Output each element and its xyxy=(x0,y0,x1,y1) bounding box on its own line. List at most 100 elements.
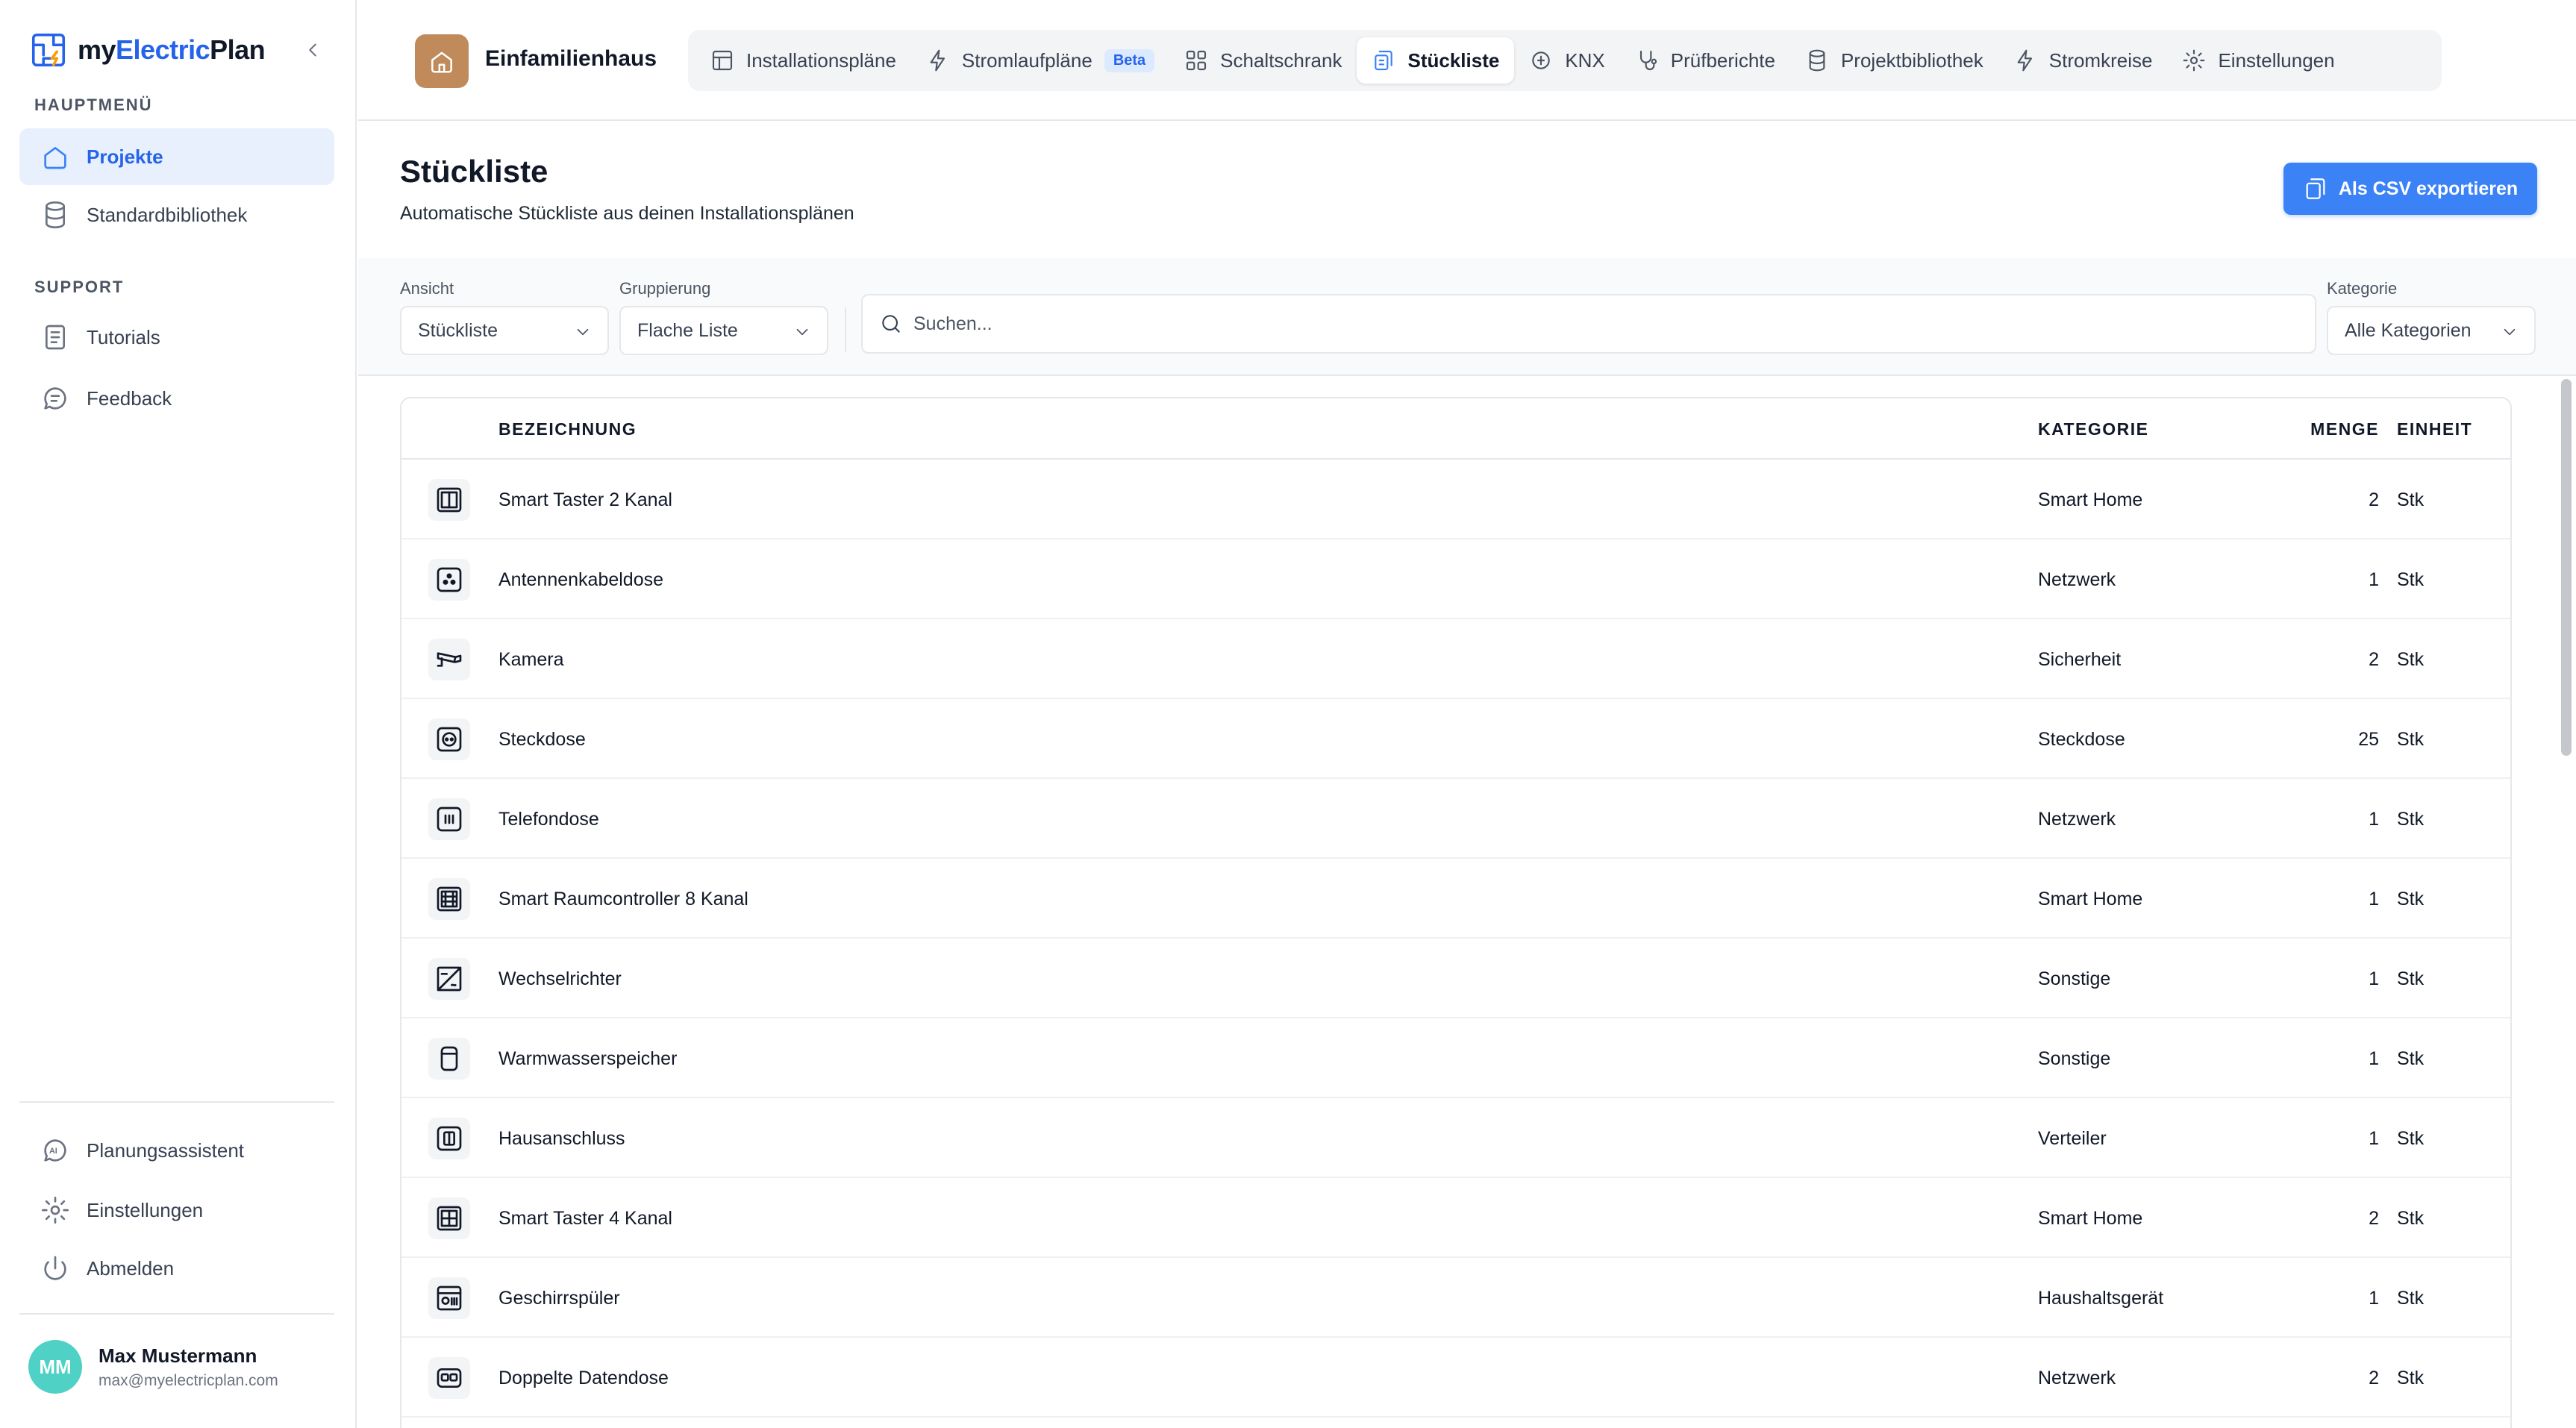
chevron-down-icon xyxy=(573,322,593,342)
item-quantity: 1 xyxy=(2369,569,2379,590)
item-quantity: 2 xyxy=(2369,1368,2379,1388)
category-select[interactable]: Alle Kategorien xyxy=(2327,306,2536,355)
item-name: Wechselrichter xyxy=(498,968,622,989)
ai-icon: AI xyxy=(40,1136,70,1165)
sidebar-item-projects[interactable]: Projekte xyxy=(19,128,334,185)
table-row[interactable]: Warmwasserspeicher Sonstige 1 Stk xyxy=(401,1018,2510,1098)
item-category: Sicherheit xyxy=(2038,649,2122,670)
sidebar-item-tutorials[interactable]: Tutorials xyxy=(19,309,334,366)
export-csv-button[interactable]: Als CSV exportieren xyxy=(2283,163,2537,215)
sidebar-item-settings[interactable]: Einstellungen xyxy=(19,1182,334,1238)
table-row[interactable]: Smart Taster 4 Kanal Smart Home 2 Stk xyxy=(401,1178,2510,1258)
item-unit: Stk xyxy=(2397,1128,2425,1149)
smart-button-4-icon xyxy=(428,1197,470,1239)
export-icon xyxy=(2303,176,2328,201)
item-unit: Stk xyxy=(2397,729,2425,750)
list-icon xyxy=(1372,48,1395,72)
support-heading: SUPPORT xyxy=(34,278,125,296)
sidebar-item-feedback[interactable]: Feedback xyxy=(19,370,334,427)
item-category: Steckdose xyxy=(2038,729,2125,750)
table-row[interactable]: Geschirrspüler Haushaltsgerät 1 Stk xyxy=(401,1258,2510,1338)
table-row[interactable]: Steckdose Steckdose 25 Stk xyxy=(401,699,2510,779)
item-category: Netzwerk xyxy=(2038,809,2116,830)
tab-label: Stückliste xyxy=(1407,48,1500,72)
sidebar-item-logout[interactable]: Abmelden xyxy=(19,1240,334,1297)
user-profile[interactable]: MM Max Mustermann max@myelectricplan.com xyxy=(28,1340,278,1394)
smart-button-2-icon xyxy=(428,479,470,521)
beta-badge: Beta xyxy=(1104,48,1155,72)
tab-label: Schaltschrank xyxy=(1220,48,1342,72)
search-box[interactable] xyxy=(861,294,2316,354)
sidebar-item-standard-library[interactable]: Standardbibliothek xyxy=(19,187,334,243)
tab-circuits[interactable]: Stromkreise xyxy=(1998,37,2168,84)
grouping-select[interactable]: Flache Liste xyxy=(619,306,828,355)
tab-label: Prüfberichte xyxy=(1670,48,1775,72)
app-logo[interactable]: myElectricPlan xyxy=(28,30,266,70)
item-category: Netzwerk xyxy=(2038,1368,2116,1388)
item-quantity: 1 xyxy=(2369,809,2379,830)
home-icon xyxy=(40,142,70,172)
user-name: Max Mustermann xyxy=(99,1344,257,1367)
item-name: Geschirrspüler xyxy=(498,1288,620,1309)
table-row[interactable]: Wechselrichter Sonstige 1 Stk xyxy=(401,939,2510,1018)
sidebar-item-planning-assistant[interactable]: AI Planungsassistent xyxy=(19,1122,334,1179)
project-tabs: Installationspläne Stromlaufpläne Beta S… xyxy=(688,30,2442,91)
database-icon xyxy=(1805,48,1829,72)
table-row[interactable]: Doppelte Datendose Netzwerk 2 Stk xyxy=(401,1338,2510,1418)
table-row[interactable]: Smart Raumcontroller 8 Kanal Smart Home … xyxy=(401,859,2510,939)
app-name: myElectricPlan xyxy=(78,34,266,65)
item-category: Haushaltsgerät xyxy=(2038,1288,2164,1309)
tab-settings[interactable]: Einstellungen xyxy=(2167,37,2349,84)
page-subtitle: Automatische Stückliste aus deinen Insta… xyxy=(400,203,854,224)
item-name: Kamera xyxy=(498,649,564,670)
item-unit: Stk xyxy=(2397,968,2425,989)
tab-project-library[interactable]: Projektbibliothek xyxy=(1790,37,1998,84)
grouping-select-value: Flache Liste xyxy=(637,319,738,341)
project-icon xyxy=(415,34,469,88)
item-category: Smart Home xyxy=(2038,1208,2143,1229)
table-row[interactable]: Kamera Sicherheit 2 Stk xyxy=(401,619,2510,699)
tab-bill-of-materials[interactable]: Stückliste xyxy=(1357,37,1515,84)
sidebar-item-label: Feedback xyxy=(87,386,172,410)
item-name: Doppelte Datendose xyxy=(498,1368,669,1388)
grouping-label: Gruppierung xyxy=(619,279,711,298)
item-unit: Stk xyxy=(2397,1368,2425,1388)
filter-divider xyxy=(845,307,846,352)
table-row[interactable]: Smart Taster 2 Kanal Smart Home 2 Stk xyxy=(401,460,2510,539)
tab-test-reports[interactable]: Prüfberichte xyxy=(1620,37,1790,84)
tab-switch-cabinet[interactable]: Schaltschrank xyxy=(1169,37,1357,84)
column-header-unit[interactable]: EINHEIT xyxy=(2397,419,2472,439)
column-header-name[interactable]: BEZEICHNUNG xyxy=(498,419,637,439)
chat-icon xyxy=(40,383,70,413)
item-name: Smart Taster 4 Kanal xyxy=(498,1208,672,1229)
power-icon xyxy=(40,1253,70,1283)
logo-icon xyxy=(28,30,69,70)
search-input[interactable] xyxy=(913,313,2257,335)
item-name: Hausanschluss xyxy=(498,1128,625,1149)
collapse-sidebar-icon[interactable] xyxy=(301,39,324,61)
table-row[interactable]: Antennenkabeldose Netzwerk 1 Stk xyxy=(401,539,2510,619)
column-header-quantity[interactable]: MENGE xyxy=(2267,419,2379,439)
item-unit: Stk xyxy=(2397,1208,2425,1229)
column-header-category[interactable]: KATEGORIE xyxy=(2038,419,2149,439)
dishwasher-icon xyxy=(428,1277,470,1319)
view-select[interactable]: Stückliste xyxy=(400,306,609,355)
sidebar-item-label: Standardbibliothek xyxy=(87,203,248,226)
item-name: Telefondose xyxy=(498,809,599,830)
item-unit: Stk xyxy=(2397,649,2425,670)
scrollbar[interactable] xyxy=(2561,379,2572,756)
item-quantity: 1 xyxy=(2369,1128,2379,1149)
layout-icon xyxy=(710,48,734,72)
item-quantity: 1 xyxy=(2369,1048,2379,1069)
svg-text:AI: AI xyxy=(49,1147,57,1156)
table-row[interactable]: Telefondose Netzwerk 1 Stk xyxy=(401,779,2510,859)
project-name: Einfamilienhaus xyxy=(485,46,657,71)
socket-icon xyxy=(428,718,470,760)
table-row[interactable]: Hausanschluss Verteiler 1 Stk xyxy=(401,1098,2510,1178)
tab-installation-plans[interactable]: Installationspläne xyxy=(695,37,911,84)
tab-circuit-diagrams[interactable]: Stromlaufpläne Beta xyxy=(911,37,1169,84)
item-category: Smart Home xyxy=(2038,489,2143,510)
tab-knx[interactable]: KNX xyxy=(1514,37,1619,84)
user-email: max@myelectricplan.com xyxy=(99,1371,278,1389)
sidebar-item-label: Projekte xyxy=(87,145,163,168)
